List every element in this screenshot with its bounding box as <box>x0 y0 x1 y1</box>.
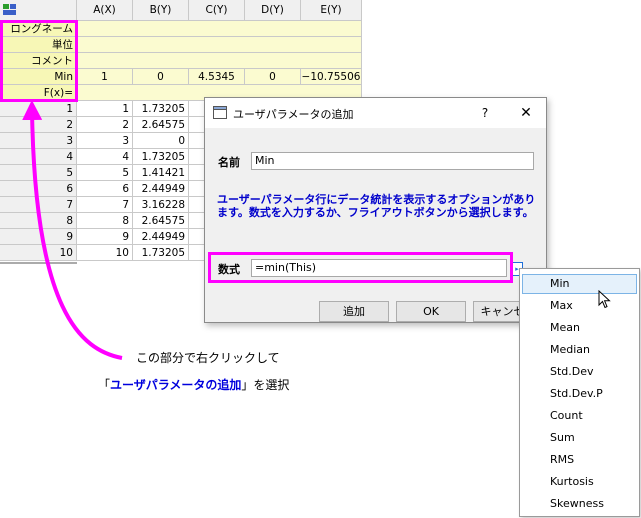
help-button[interactable]: ? <box>475 103 495 123</box>
name-input[interactable]: Min <box>251 152 534 170</box>
label-cells-units[interactable] <box>77 37 362 53</box>
menu-item-skewness[interactable]: Skewness <box>522 494 637 514</box>
label-row-min[interactable]: Min <box>0 69 77 85</box>
menu-item-count[interactable]: Count <box>522 406 637 426</box>
worksheet-corner[interactable] <box>0 0 77 21</box>
worksheet-select-icon <box>3 4 16 15</box>
ok-button[interactable]: OK <box>396 301 466 322</box>
add-button[interactable]: 追加 <box>319 301 389 322</box>
label-row-comments[interactable]: コメント <box>0 53 77 69</box>
min-cell-e[interactable]: −10.75506 <box>301 69 362 85</box>
dialog-title: ユーザパラメータの追加 <box>233 108 354 121</box>
column-header-a[interactable]: A(X) <box>77 0 133 21</box>
column-header-b[interactable]: B(Y) <box>133 0 189 21</box>
menu-item-sum[interactable]: Sum <box>522 428 637 448</box>
min-cell-d[interactable]: 0 <box>245 69 301 85</box>
formula-input[interactable]: =min(This) <box>251 259 507 277</box>
column-header-d[interactable]: D(Y) <box>245 0 301 21</box>
column-header-c[interactable]: C(Y) <box>189 0 245 21</box>
menu-item-std-dev-p[interactable]: Std.Dev.P <box>522 384 637 404</box>
mouse-cursor-icon <box>598 290 611 309</box>
add-user-parameter-dialog: ユーザパラメータの追加 ? ✕ 名前 Min ユーザーパラメータ行にデータ統計を… <box>204 97 547 323</box>
label-row-units[interactable]: 単位 <box>0 37 77 53</box>
name-label: 名前 <box>218 156 240 169</box>
min-cell-c[interactable]: 4.5345 <box>189 69 245 85</box>
formula-label: 数式 <box>218 263 240 276</box>
label-row-fx[interactable]: F(x)= <box>0 85 77 101</box>
menu-item-kurtosis[interactable]: Kurtosis <box>522 472 637 492</box>
label-cells-comments[interactable] <box>77 53 362 69</box>
label-row-longname[interactable]: ロングネーム <box>0 21 77 37</box>
annotation-line2: 「ユーザパラメータの追加」を選択 <box>98 376 289 393</box>
menu-item-max[interactable]: Max <box>522 296 637 316</box>
menu-item-mean[interactable]: Mean <box>522 318 637 338</box>
min-cell-b[interactable]: 0 <box>133 69 189 85</box>
menu-item-median[interactable]: Median <box>522 340 637 360</box>
min-cell-a[interactable]: 1 <box>77 69 133 85</box>
annotation-line1: この部分で右クリックして <box>136 351 280 365</box>
statistics-flyout-menu: Min Max Mean Median Std.Dev Std.Dev.P Count Sum… <box>519 268 640 517</box>
column-header-e[interactable]: E(Y) <box>301 0 362 21</box>
menu-item-min[interactable]: Min <box>522 274 637 294</box>
window-icon <box>213 106 227 119</box>
label-cells-longname[interactable] <box>77 21 362 37</box>
dialog-titlebar[interactable]: ユーザパラメータの追加 ? ✕ <box>205 98 546 128</box>
annotation-bracket-close: 」を選択 <box>241 378 290 392</box>
menu-item-std-dev[interactable]: Std.Dev <box>522 362 637 382</box>
close-button[interactable]: ✕ <box>515 103 537 123</box>
menu-item-rms[interactable]: RMS <box>522 450 637 470</box>
annotation-command-name: ユーザパラメータの追加 <box>110 378 242 392</box>
dialog-description: ユーザーパラメータ行にデータ統計を表示するオプションがあります。数式を入力するか… <box>217 193 536 219</box>
annotation-arrow <box>22 100 123 360</box>
annotation-bracket-open: 「 <box>98 378 111 392</box>
